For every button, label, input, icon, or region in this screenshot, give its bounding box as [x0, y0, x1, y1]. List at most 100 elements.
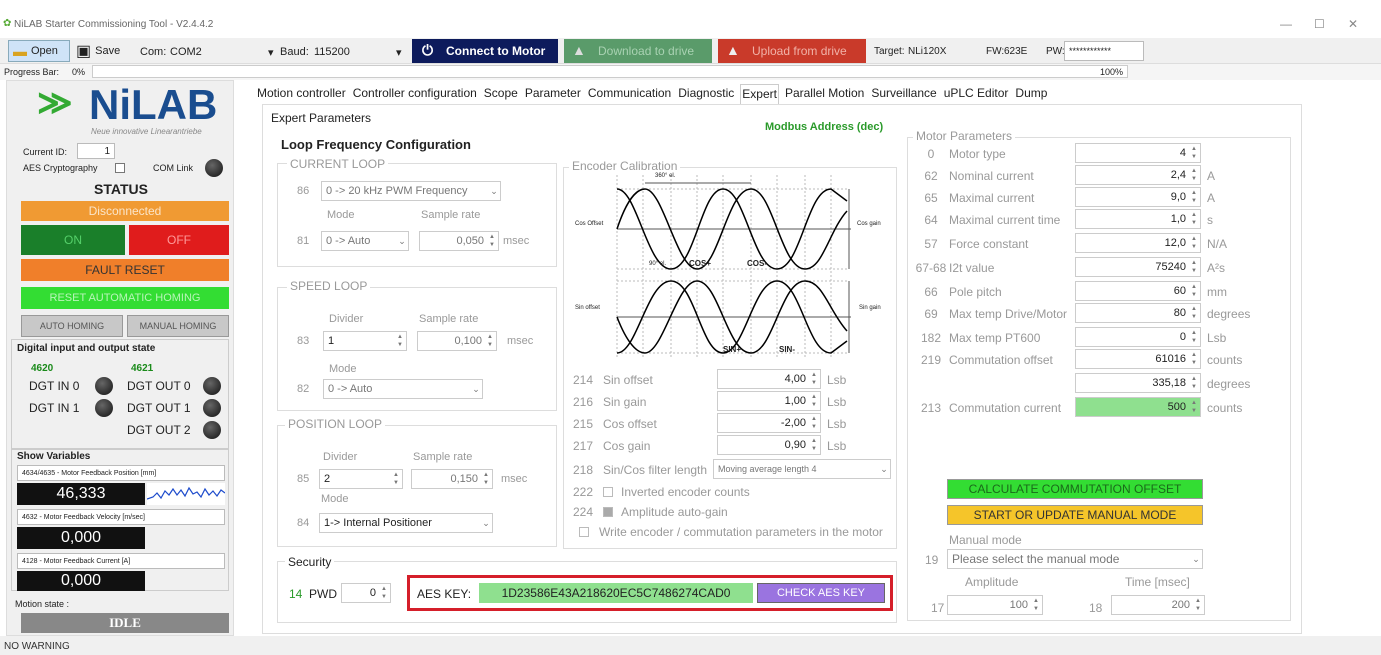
fault-reset-button[interactable]: FAULT RESET — [21, 259, 229, 281]
pl-msec-unit: msec — [501, 473, 528, 485]
com-link-label: COM Link — [153, 163, 194, 173]
write-encoder-checkbox[interactable] — [579, 527, 589, 537]
motor-param-field[interactable]: 0 ▲ ▼ — [1075, 327, 1201, 347]
time-field[interactable]: 200 ▲ ▼ — [1111, 595, 1205, 615]
autogain-checkbox[interactable] — [603, 507, 613, 517]
manual-mode-select[interactable]: Please select the manual mode ⌄ — [947, 549, 1203, 569]
sl-sample-rate-field[interactable]: 0,100 ▲ ▼ — [417, 331, 497, 351]
motor-param-field[interactable]: 12,0 ▲ ▼ — [1075, 233, 1201, 253]
tab-surveillance[interactable]: Surveillance — [870, 84, 937, 104]
motor-param-label: Motor type — [949, 147, 1006, 161]
motor-param-unit: Lsb — [1207, 331, 1227, 345]
tab-diagnostic[interactable]: Diagnostic — [677, 84, 735, 104]
motor-param-field[interactable]: 1,0 ▲ ▼ — [1075, 209, 1201, 229]
title-bar: ✿ NiLAB Starter Commissioning Tool - V2.… — [0, 0, 1381, 38]
calc-commutation-button[interactable]: CALCULATE COMMUTATION OFFSET — [947, 479, 1203, 499]
off-button[interactable]: OFF — [129, 225, 229, 255]
variable2-select[interactable]: 4632 - Motor Feedback Velocity [m/sec] — [17, 509, 225, 525]
folder-icon: ▬ — [13, 43, 27, 59]
pwd-label: PWD — [309, 587, 337, 601]
spinner-icon: ▲ ▼ — [487, 334, 493, 348]
sin-offset-field[interactable]: 4,00 ▲ ▼ — [717, 369, 821, 389]
pw-label: PW: — [1046, 46, 1065, 57]
pl-mode-select[interactable]: 1-> Internal Positioner ⌄ — [319, 513, 493, 533]
inverted-counts-label: Inverted encoder counts — [621, 485, 750, 499]
speed-loop-label: SPEED LOOP — [287, 279, 371, 293]
chevron-down-icon: ⌄ — [398, 236, 406, 246]
motor-param-field[interactable]: 2,4 ▲ ▼ — [1075, 165, 1201, 185]
logo-text: NiLAB — [89, 81, 218, 128]
motor-param-label: Commutation current — [949, 401, 1062, 415]
filter-length-select[interactable]: Moving average length 4 ⌄ — [713, 459, 891, 479]
tab-motion-controller[interactable]: Motion controller — [256, 84, 347, 104]
maximize-icon[interactable]: ☐ — [1314, 17, 1325, 31]
reset-homing-button[interactable]: RESET AUTOMATIC HOMING — [21, 287, 229, 309]
start-manual-button[interactable]: START OR UPDATE MANUAL MODE — [947, 505, 1203, 525]
dgt-in0-led — [95, 377, 113, 395]
sl-mode-select[interactable]: 0 -> Auto ⌄ — [323, 379, 483, 399]
motor-param-field[interactable]: 500 ▲ ▼ — [1075, 397, 1201, 417]
sin-gain-field[interactable]: 1,00 ▲ ▼ — [717, 391, 821, 411]
connect-button[interactable]: ⏻ Connect to Motor — [412, 39, 558, 63]
toolbar: ▬ Open ▣ Save Com: COM2 ▾ Baud: 115200 ▾ ⏻… — [0, 38, 1381, 64]
chevron-down-icon: ⌄ — [472, 384, 480, 394]
baud-dropdown-icon[interactable]: ▾ — [396, 46, 402, 59]
dgt-out1-led — [203, 399, 221, 417]
close-icon[interactable]: ✕ — [1348, 17, 1358, 31]
aes-key-field[interactable]: 1D23586E43A218620EC5C7486274CAD0 — [479, 583, 753, 603]
open-button[interactable]: ▬ Open — [8, 40, 70, 62]
upload-button[interactable]: ▲ Upload from drive — [718, 39, 866, 63]
auto-homing-button[interactable]: AUTO HOMING — [21, 315, 123, 337]
cl-sample-rate-field[interactable]: 0,050 ▲ ▼ — [419, 231, 499, 251]
amplitude-field[interactable]: 100 ▲ ▼ — [947, 595, 1043, 615]
tab-dump[interactable]: Dump — [1014, 84, 1048, 104]
variable3-select[interactable]: 4128 - Motor Feedback Current [A] — [17, 553, 225, 569]
cos-offset-label: Cos offset — [603, 417, 657, 431]
spinner-icon: ▲ ▼ — [381, 586, 387, 600]
app-icon: ✿ — [3, 18, 12, 29]
motor-param-field[interactable]: 61016 ▲ ▼ — [1075, 349, 1201, 369]
motor-param-field[interactable]: 4 ▲ ▼ — [1075, 143, 1201, 163]
cl-mode-select[interactable]: 0 -> Auto ⌄ — [321, 231, 409, 251]
cos-offset-field[interactable]: -2,00 ▲ ▼ — [717, 413, 821, 433]
com-select[interactable]: COM2 — [170, 46, 202, 58]
enc-cos-offset-label: Cos Offset — [575, 221, 604, 227]
expert-title: Expert Parameters — [271, 111, 372, 125]
pl-sample-rate-field[interactable]: 0,150 ▲ ▼ — [411, 469, 493, 489]
minimize-icon[interactable]: — — [1280, 17, 1292, 31]
pwm-frequency-select[interactable]: 0 -> 20 kHz PWM Frequency ⌄ — [321, 181, 501, 201]
pl-divider-field[interactable]: 2 ▲ ▼ — [319, 469, 403, 489]
motor-param-label: Force constant — [949, 237, 1029, 251]
check-aes-button[interactable]: CHECK AES KEY — [757, 583, 885, 603]
password-field[interactable]: ************ — [1064, 41, 1144, 61]
param-86-num: 86 — [297, 185, 310, 197]
tab-controller-configuration[interactable]: Controller configuration — [352, 84, 478, 104]
inverted-counts-checkbox[interactable] — [603, 487, 613, 497]
progress-label: Progress Bar: — [4, 67, 60, 77]
aes-crypto-checkbox[interactable] — [115, 163, 125, 173]
manual-homing-button[interactable]: MANUAL HOMING — [127, 315, 229, 337]
cos-gain-field[interactable]: 0,90 ▲ ▼ — [717, 435, 821, 455]
variable1-select[interactable]: 4634/4635 - Motor Feedback Position [mm] — [17, 465, 225, 481]
baud-select[interactable]: 115200 — [314, 46, 350, 58]
download-button[interactable]: ▲ Download to drive — [564, 39, 712, 63]
pwd-field[interactable]: 0 ▲ ▼ — [341, 583, 391, 603]
motor-param-field[interactable]: 80 ▲ ▼ — [1075, 303, 1201, 323]
motor-param-field[interactable]: 60 ▲ ▼ — [1075, 281, 1201, 301]
baud-chevron-icon[interactable]: ▾ — [268, 46, 274, 59]
tab-expert[interactable]: Expert — [740, 84, 779, 104]
tab-parallel-motion[interactable]: Parallel Motion — [784, 84, 865, 104]
motor-param-field[interactable]: 75240 ▲ ▼ — [1075, 257, 1201, 277]
tab-uplc-editor[interactable]: uPLC Editor — [943, 84, 1010, 104]
motor-param-field[interactable]: 9,0 ▲ ▼ — [1075, 187, 1201, 207]
tab-scope[interactable]: Scope — [483, 84, 519, 104]
tab-parameter[interactable]: Parameter — [524, 84, 582, 104]
motor-param-field[interactable]: 335,18 ▲ ▼ — [1075, 373, 1201, 393]
on-button[interactable]: ON — [21, 225, 125, 255]
sl-divider-field[interactable]: 1 ▲ ▼ — [323, 331, 407, 351]
tab-communication[interactable]: Communication — [587, 84, 672, 104]
motor-param-unit: degrees — [1207, 307, 1251, 321]
current-id-stepper[interactable]: 1 — [77, 143, 115, 159]
save-button[interactable]: ▣ Save — [76, 40, 132, 62]
motor-param-label: Maximal current — [949, 191, 1035, 205]
